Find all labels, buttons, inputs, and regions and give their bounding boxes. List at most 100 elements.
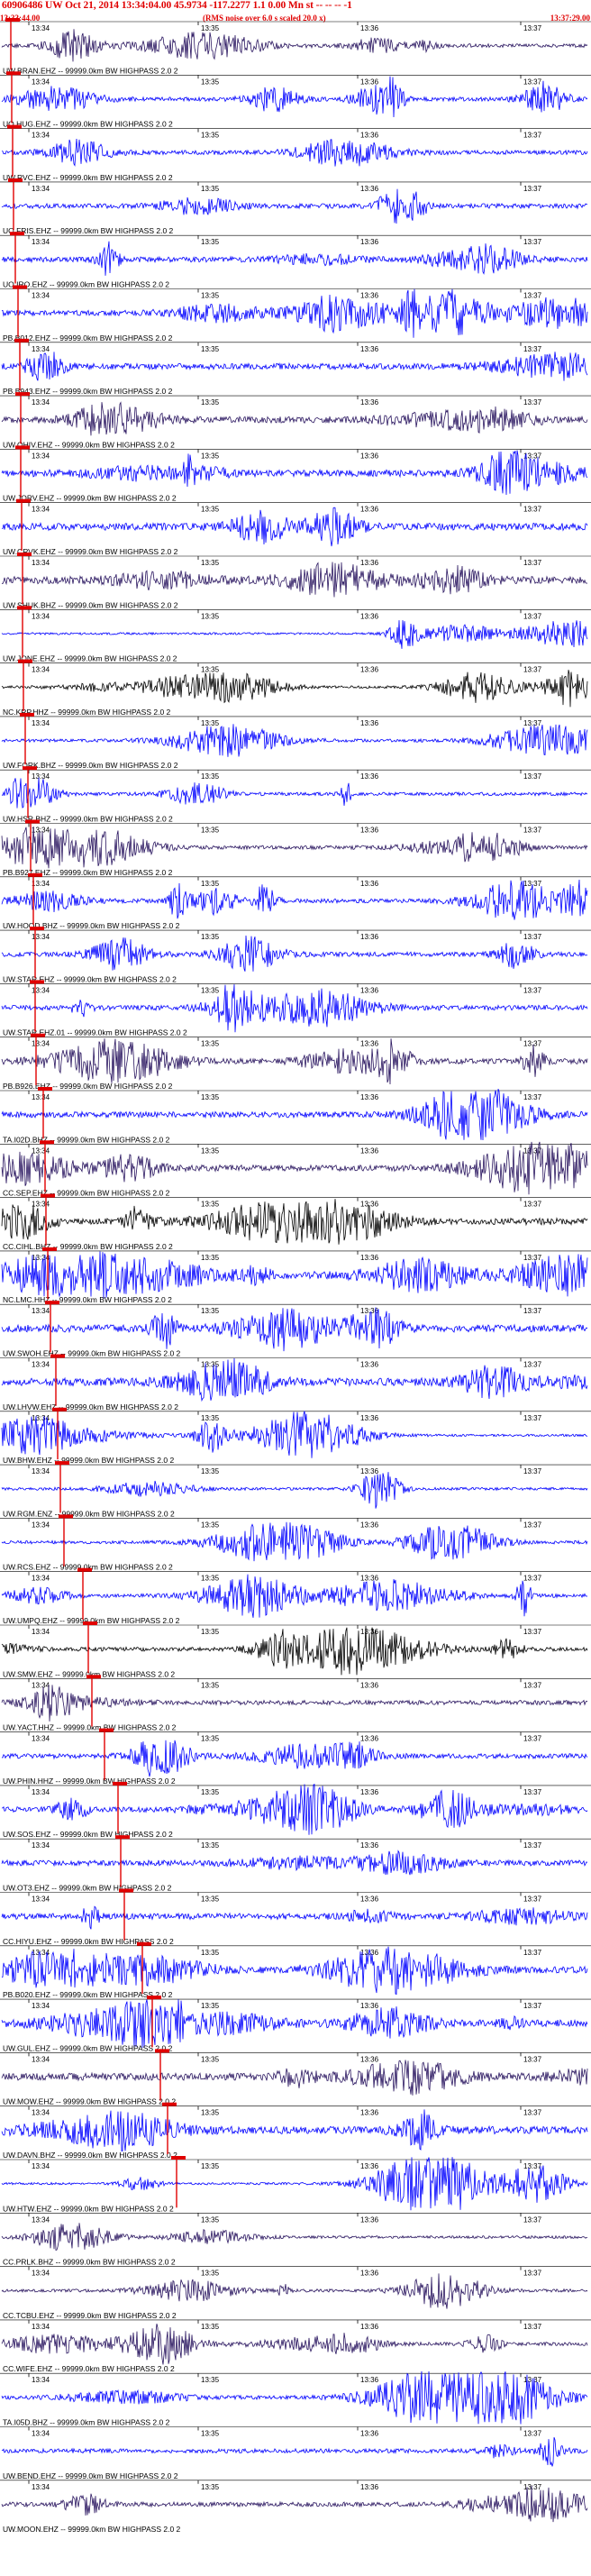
- minute-tick-label: 13:36: [360, 345, 379, 353]
- minute-tick-label: 13:36: [360, 2376, 379, 2384]
- minute-tick-label: 13:37: [523, 1093, 542, 1101]
- minute-tick-label: 13:35: [201, 345, 220, 353]
- minute-tick-label: 13:35: [201, 1093, 220, 1101]
- waveform-trace: [1, 1307, 588, 1352]
- channel-label: UW.MOON.EHZ -- 99999.0km BW HIGHPASS 2.0…: [3, 2525, 181, 2534]
- pick-marker-flag: [55, 1461, 69, 1466]
- pick-marker-flag: [25, 819, 40, 824]
- minute-tick-label: 13:37: [523, 2430, 542, 2438]
- channel-label: UW.RGM.ENZ -- 99999.0km BW HIGHPASS 2.0 …: [3, 1509, 175, 1518]
- minute-tick-label: 13:34: [32, 719, 50, 727]
- minute-tick-label: 13:34: [32, 2215, 50, 2224]
- minute-tick-label: 13:34: [32, 2376, 50, 2384]
- pick-marker-flag: [17, 553, 32, 556]
- channel-label: TA.I02D.BHZ -- 99999.0km BW HIGHPASS 2.0…: [3, 1135, 170, 1144]
- minute-tick-label: 13:37: [523, 612, 542, 620]
- minute-tick-label: 13:36: [360, 1895, 379, 1904]
- minute-tick-label: 13:37: [523, 238, 542, 246]
- minute-tick-label: 13:36: [360, 1254, 379, 1262]
- minute-tick-label: 13:36: [360, 2323, 379, 2331]
- pick-marker-flag: [45, 1301, 59, 1305]
- minute-tick-label: 13:34: [32, 1361, 50, 1369]
- waveform-trace: [1, 1740, 588, 1777]
- waveform-trace: [1, 2485, 588, 2523]
- minute-tick-label: 13:36: [360, 2215, 379, 2224]
- minute-tick-label: 13:35: [201, 559, 220, 567]
- minute-tick-label: 13:36: [360, 452, 379, 460]
- pick-marker-flag: [30, 927, 44, 931]
- channel-label: UW.BHW.EHZ -- 99999.0km BW HIGHPASS 2.0 …: [3, 1456, 174, 1465]
- pick-marker-flag: [23, 766, 37, 771]
- pick-marker-flag: [52, 1407, 67, 1411]
- minute-tick-label: 13:37: [523, 986, 542, 994]
- minute-tick-label: 13:37: [523, 1788, 542, 1796]
- minute-tick-label: 13:36: [360, 398, 379, 406]
- channel-label: UW.MOW.EHZ -- 99999.0km BW HIGHPASS 2.0 …: [3, 2097, 176, 2106]
- pick-marker-flag: [119, 1888, 133, 1893]
- minute-tick-label: 13:35: [201, 506, 220, 514]
- pick-marker-flag: [13, 285, 27, 289]
- minute-tick-label: 13:36: [360, 2270, 379, 2278]
- waveform-trace: [1, 188, 587, 224]
- minute-tick-label: 13:35: [201, 2376, 220, 2384]
- minute-tick-label: 13:34: [32, 880, 50, 888]
- minute-tick-label: 13:35: [201, 398, 220, 406]
- minute-tick-label: 13:37: [523, 1521, 542, 1529]
- waveform-trace: [1, 352, 588, 381]
- pick-marker-flag: [38, 1087, 52, 1091]
- minute-tick-label: 13:36: [360, 132, 379, 140]
- minute-tick-label: 13:37: [523, 2323, 542, 2331]
- waveform-trace: [1, 2223, 588, 2252]
- minute-tick-label: 13:36: [360, 506, 379, 514]
- minute-tick-label: 13:37: [523, 719, 542, 727]
- minute-tick-label: 13:34: [32, 452, 50, 460]
- minute-tick-label: 13:36: [360, 612, 379, 620]
- waveform-trace: [1, 288, 588, 338]
- minute-tick-label: 13:34: [32, 986, 50, 994]
- waveform-trace: [1, 1199, 588, 1245]
- minute-tick-label: 13:34: [32, 185, 50, 193]
- channel-label: UW.SWOH.EHZ -- 99999.0km BW HIGHPASS 2.0…: [3, 1349, 181, 1358]
- minute-tick-label: 13:36: [360, 1681, 379, 1689]
- minute-tick-label: 13:34: [32, 1788, 50, 1796]
- pick-marker-flag: [50, 1354, 65, 1358]
- waveform-trace: [1, 401, 588, 436]
- minute-tick-label: 13:37: [523, 2162, 542, 2170]
- minute-tick-label: 13:34: [32, 398, 50, 406]
- minute-tick-label: 13:34: [32, 666, 50, 674]
- minute-tick-label: 13:35: [201, 1628, 220, 1636]
- pick-marker-flag: [162, 2102, 177, 2106]
- minute-tick-label: 13:36: [360, 1788, 379, 1796]
- minute-tick-label: 13:37: [523, 1628, 542, 1636]
- channel-label: UW.OT3.EHZ -- 99999.0km BW HIGHPASS 2.0 …: [3, 1884, 172, 1893]
- waveform-trace: [1, 2060, 588, 2096]
- minute-tick-label: 13:34: [32, 1521, 50, 1529]
- pick-marker-flag: [40, 1140, 54, 1145]
- minute-tick-label: 13:34: [32, 2162, 50, 2170]
- minute-tick-label: 13:34: [32, 2430, 50, 2438]
- minute-tick-label: 13:36: [360, 1361, 379, 1369]
- minute-tick-label: 13:37: [523, 1361, 542, 1369]
- minute-tick-label: 13:34: [32, 1467, 50, 1475]
- minute-tick-label: 13:34: [32, 612, 50, 620]
- waveform-trace: [1, 450, 588, 496]
- minute-tick-label: 13:35: [201, 2162, 220, 2170]
- pick-marker-flag: [171, 2156, 186, 2160]
- pick-marker-flag: [86, 1675, 101, 1679]
- channel-label: NC.LMC.HHZ -- 99999.0km BW HIGHPASS 2.0 …: [3, 1295, 172, 1304]
- minute-tick-label: 13:35: [201, 1254, 220, 1262]
- waveform-trace: [1, 1574, 588, 1618]
- minute-tick-label: 13:37: [523, 398, 542, 406]
- minute-tick-label: 13:35: [201, 1841, 220, 1850]
- minute-tick-label: 13:36: [360, 2430, 379, 2438]
- minute-tick-label: 13:37: [523, 1467, 542, 1475]
- waveform-trace: [1, 670, 588, 708]
- minute-tick-label: 13:35: [201, 1949, 220, 1957]
- minute-tick-label: 13:37: [523, 1841, 542, 1850]
- waveform-trace: [1, 1999, 588, 2049]
- minute-tick-label: 13:37: [523, 2270, 542, 2278]
- minute-tick-label: 13:36: [360, 772, 379, 781]
- minute-tick-label: 13:34: [32, 772, 50, 781]
- minute-tick-label: 13:37: [523, 2483, 542, 2491]
- minute-tick-label: 13:35: [201, 292, 220, 300]
